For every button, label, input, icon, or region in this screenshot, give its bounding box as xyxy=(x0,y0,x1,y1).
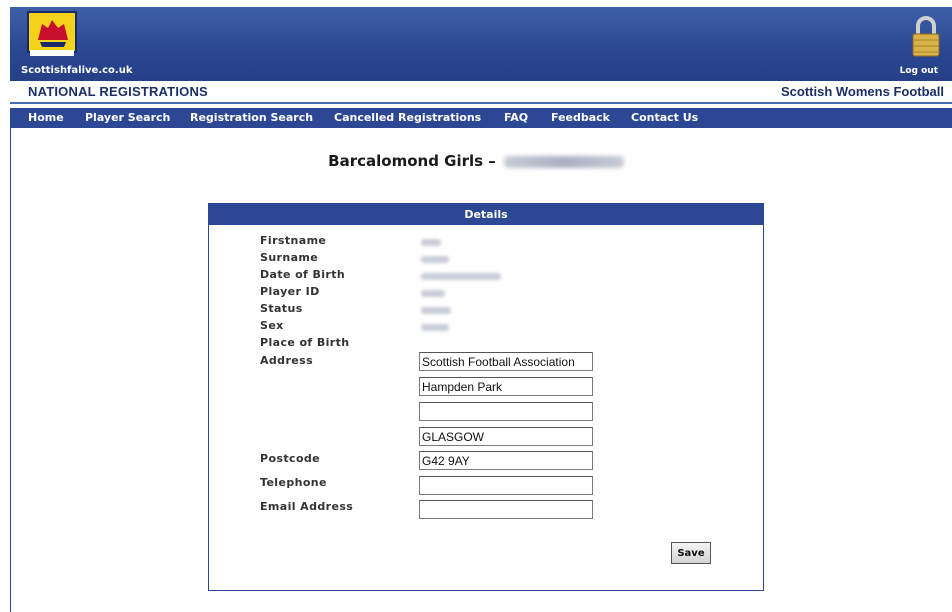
label-place-of-birth: Place of Birth xyxy=(260,336,350,349)
label-firstname: Firstname xyxy=(260,234,327,247)
nav-cancelled-registrations[interactable]: Cancelled Registrations xyxy=(334,111,481,124)
redacted-status-value xyxy=(421,307,451,314)
main-nav: Home Player Search Registration Search C… xyxy=(10,108,952,128)
postcode-input[interactable] xyxy=(419,451,593,470)
nav-player-search[interactable]: Player Search xyxy=(85,111,170,124)
page-title: Barcalomond Girls – xyxy=(0,152,952,170)
redacted-player-id-value xyxy=(421,290,445,297)
label-address: Address xyxy=(260,354,314,367)
padlock-icon xyxy=(912,16,940,57)
address-line-2-input[interactable] xyxy=(419,377,593,396)
details-panel: Details Firstname Surname Date of Birth … xyxy=(208,203,764,591)
label-postcode: Postcode xyxy=(260,452,321,465)
nav-home[interactable]: Home xyxy=(28,111,64,124)
section-title: NATIONAL REGISTRATIONS xyxy=(28,84,208,99)
label-status: Status xyxy=(260,302,303,315)
label-player-id: Player ID xyxy=(260,285,320,298)
logout-button[interactable]: Log out xyxy=(892,12,952,82)
redacted-sex-value xyxy=(421,324,449,331)
site-banner: Scottishfalive.co.uk Log out xyxy=(10,7,952,81)
logout-label: Log out xyxy=(899,66,938,76)
nav-feedback[interactable]: Feedback xyxy=(551,111,610,124)
scottish-lion-logo[interactable] xyxy=(24,10,80,60)
nav-contact-us[interactable]: Contact Us xyxy=(631,111,698,124)
org-title: Scottish Womens Football xyxy=(781,84,944,99)
address-line-1-input[interactable] xyxy=(419,352,593,371)
nav-faq[interactable]: FAQ xyxy=(504,111,528,124)
redacted-surname-value xyxy=(421,256,449,263)
email-address-input[interactable] xyxy=(419,500,593,519)
team-name: Barcalomond Girls – xyxy=(328,152,496,170)
details-heading: Details xyxy=(209,204,763,225)
label-surname: Surname xyxy=(260,251,319,264)
label-sex: Sex xyxy=(260,319,284,332)
redacted-player-name xyxy=(503,155,624,168)
content-left-border xyxy=(10,128,11,612)
redacted-firstname-value xyxy=(421,239,441,246)
telephone-input[interactable] xyxy=(419,476,593,495)
label-date-of-birth: Date of Birth xyxy=(260,268,346,281)
address-line-4-input[interactable] xyxy=(419,427,593,446)
sub-header: NATIONAL REGISTRATIONS Scottish Womens F… xyxy=(10,81,952,104)
redacted-dob-value xyxy=(421,273,501,280)
site-name[interactable]: Scottishfalive.co.uk xyxy=(21,65,132,76)
label-email-address: Email Address xyxy=(260,500,354,513)
address-line-3-input[interactable] xyxy=(419,402,593,421)
label-telephone: Telephone xyxy=(260,476,327,489)
save-button[interactable]: Save xyxy=(671,542,711,564)
nav-registration-search[interactable]: Registration Search xyxy=(190,111,313,124)
